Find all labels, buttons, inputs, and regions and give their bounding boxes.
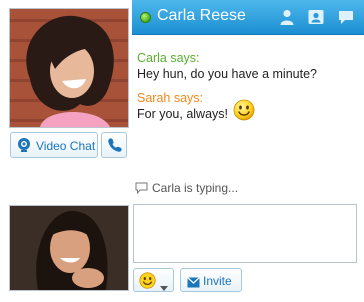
typing-status-text: Carla is typing... (152, 181, 239, 195)
chat-bubble-icon[interactable] (337, 8, 355, 26)
message-text: Hey hun, do you have a minute? (137, 67, 317, 81)
person-icon[interactable] (278, 8, 296, 26)
invite-button[interactable]: Invite (180, 268, 242, 292)
message-text: For you, always! (137, 107, 229, 121)
webcam-icon (16, 137, 32, 153)
contact-name[interactable]: Carla Reese (157, 7, 246, 25)
conversation-header: Carla Reese (132, 0, 364, 35)
invite-label: Invite (203, 274, 232, 288)
speech-bubble-icon (135, 182, 148, 195)
phone-icon (107, 137, 123, 153)
contact-avatar[interactable] (9, 8, 129, 128)
chevron-down-icon (160, 278, 168, 291)
video-chat-label: Video Chat (36, 139, 96, 153)
smile-icon (139, 272, 156, 289)
contact-card-icon[interactable] (307, 8, 325, 26)
smile-emoticon-icon (233, 99, 255, 121)
message-input[interactable] (133, 204, 357, 263)
emoticon-picker-button[interactable] (133, 268, 174, 292)
message-sender: Carla says: (137, 51, 200, 65)
call-button[interactable] (101, 132, 127, 158)
user-avatar[interactable] (9, 205, 129, 291)
video-chat-button[interactable]: Video Chat (10, 132, 98, 158)
envelope-icon (187, 275, 200, 288)
message-sender: Sarah says: (137, 91, 204, 105)
online-status-icon (140, 12, 151, 23)
